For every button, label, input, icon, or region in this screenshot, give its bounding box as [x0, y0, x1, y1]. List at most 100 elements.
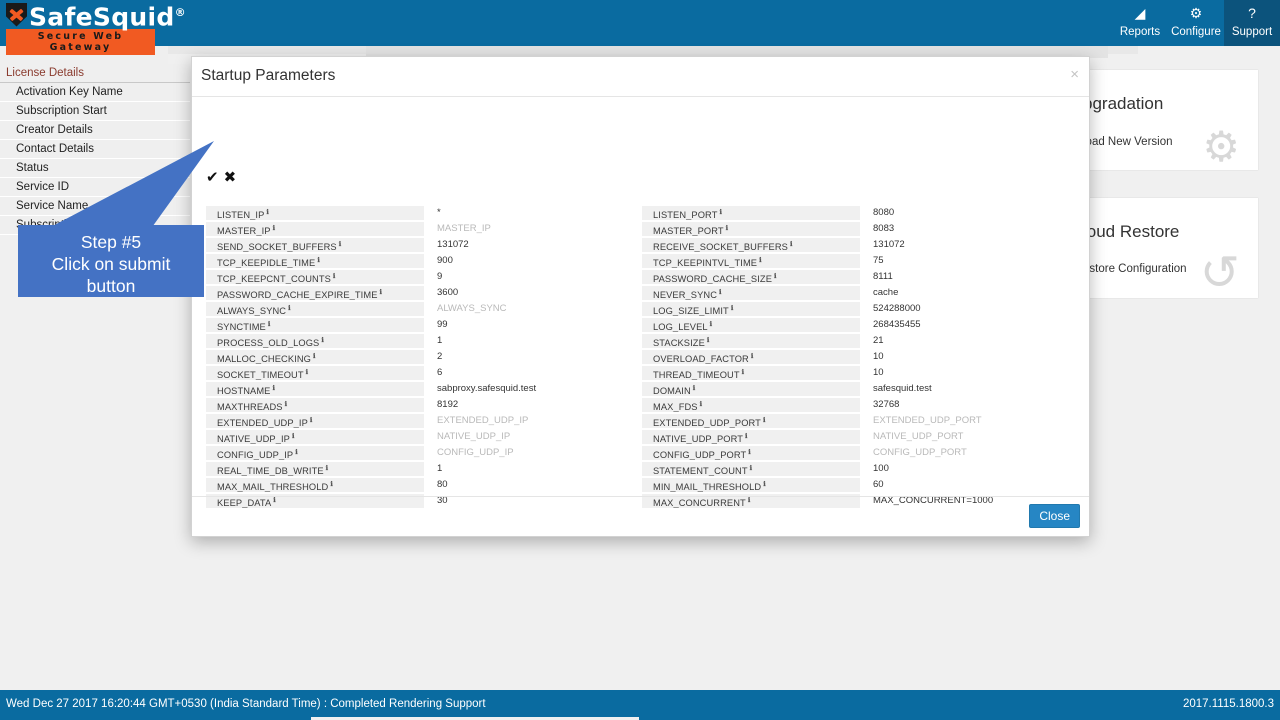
info-icon[interactable]: ℹ [726, 222, 729, 236]
info-icon[interactable]: ℹ [313, 350, 316, 364]
parameter-value[interactable]: 75 [873, 254, 884, 268]
parameter-value[interactable]: 1 [437, 462, 442, 476]
parameter-label: STACKSIZE ℹ [642, 334, 860, 348]
info-icon[interactable]: ℹ [339, 238, 342, 252]
parameter-value[interactable]: EXTENDED_UDP_IP [437, 414, 528, 428]
registered-mark: ® [174, 5, 186, 19]
info-icon[interactable]: ℹ [321, 334, 324, 348]
info-icon[interactable]: ℹ [790, 238, 793, 252]
sidebar-item[interactable]: Subscription Start [0, 102, 190, 121]
parameter-value[interactable]: 1 [437, 334, 442, 348]
cross-icon[interactable]: ✖ [224, 170, 237, 185]
info-icon[interactable]: ℹ [750, 462, 753, 476]
parameter-value[interactable]: 131072 [437, 238, 469, 252]
info-icon[interactable]: ℹ [273, 222, 276, 236]
parameter-value[interactable]: * [437, 206, 441, 220]
parameter-row: NEVER_SYNC ℹ cache [642, 286, 1078, 300]
info-icon[interactable]: ℹ [306, 366, 309, 380]
parameter-label: NEVER_SYNC ℹ [642, 286, 860, 300]
parameter-value[interactable]: CONFIG_UDP_PORT [873, 446, 967, 460]
parameter-value[interactable]: ALWAYS_SYNC [437, 302, 507, 316]
info-icon[interactable]: ℹ [763, 414, 766, 428]
parameter-value[interactable]: 99 [437, 318, 448, 332]
info-icon[interactable]: ℹ [707, 334, 710, 348]
close-icon[interactable]: × [1070, 67, 1079, 82]
parameter-value[interactable]: safesquid.test [873, 382, 932, 396]
info-icon[interactable]: ℹ [326, 462, 329, 476]
info-icon[interactable]: ℹ [288, 302, 291, 316]
parameter-row: NATIVE_UDP_IP ℹ NATIVE_UDP_IP [206, 430, 642, 444]
sidebar-item[interactable]: Contact Details [0, 140, 190, 159]
info-icon[interactable]: ℹ [273, 382, 276, 396]
parameter-value[interactable]: cache [873, 286, 898, 300]
sidebar-item[interactable]: Activation Key Name [0, 83, 190, 102]
parameter-row: TCP_KEEPINTVL_TIME ℹ 75 [642, 254, 1078, 268]
sidebar-item[interactable]: Status [0, 159, 190, 178]
sidebar-item[interactable]: Creator Details [0, 121, 190, 140]
info-icon[interactable]: ℹ [268, 318, 271, 332]
info-icon[interactable]: ℹ [292, 430, 295, 444]
parameter-value[interactable]: NATIVE_UDP_PORT [873, 430, 963, 444]
parameter-value[interactable]: MASTER_IP [437, 222, 491, 236]
parameter-value[interactable]: 32768 [873, 398, 899, 412]
brand-logo[interactable]: SafeSquid® Secure Web Gateway [6, 2, 186, 55]
parameter-value[interactable]: sabproxy.safesquid.test [437, 382, 536, 396]
info-icon[interactable]: ℹ [731, 302, 734, 316]
info-icon[interactable]: ℹ [774, 270, 777, 284]
close-button[interactable]: Close [1029, 504, 1080, 528]
info-icon[interactable]: ℹ [330, 478, 333, 492]
parameter-value[interactable]: 6 [437, 366, 442, 380]
info-icon[interactable]: ℹ [693, 382, 696, 396]
info-icon[interactable]: ℹ [745, 430, 748, 444]
parameter-value[interactable]: NATIVE_UDP_IP [437, 430, 510, 444]
parameter-value[interactable]: 8080 [873, 206, 894, 220]
parameter-value[interactable]: 9 [437, 270, 442, 284]
info-icon[interactable]: ℹ [710, 318, 713, 332]
info-icon[interactable]: ℹ [748, 446, 751, 460]
info-icon[interactable]: ℹ [380, 286, 383, 300]
info-icon[interactable]: ℹ [317, 254, 320, 268]
parameter-value[interactable]: 131072 [873, 238, 905, 252]
info-icon[interactable]: ℹ [310, 414, 313, 428]
parameter-value[interactable]: 524288000 [873, 302, 921, 316]
info-icon[interactable]: ℹ [751, 350, 754, 364]
parameter-value[interactable]: 8083 [873, 222, 894, 236]
info-icon[interactable]: ℹ [763, 478, 766, 492]
parameter-label: SOCKET_TIMEOUT ℹ [206, 366, 424, 380]
parameter-value[interactable]: 3600 [437, 286, 458, 300]
info-icon[interactable]: ℹ [742, 366, 745, 380]
nav-item-reports[interactable]: ◢ Reports [1112, 0, 1168, 46]
parameter-value[interactable]: 80 [437, 478, 448, 492]
parameter-value[interactable]: 21 [873, 334, 884, 348]
parameter-value[interactable]: CONFIG_UDP_IP [437, 446, 514, 460]
check-icon[interactable]: ✔ [206, 170, 219, 185]
info-icon[interactable]: ℹ [719, 206, 722, 220]
callout-line-2: Click on submit [51, 254, 171, 274]
parameter-label-text: MIN_MAIL_THRESHOLD [653, 482, 762, 492]
parameter-value[interactable]: 8192 [437, 398, 458, 412]
sidebar: License Details Activation Key Name Subsc… [0, 64, 190, 235]
info-icon[interactable]: ℹ [295, 446, 298, 460]
info-icon[interactable]: ℹ [700, 398, 703, 412]
parameter-value[interactable]: 10 [873, 366, 884, 380]
info-icon[interactable]: ℹ [719, 286, 722, 300]
sidebar-item[interactable]: Service ID [0, 178, 190, 197]
info-icon[interactable]: ℹ [266, 206, 269, 220]
parameter-value[interactable]: 10 [873, 350, 884, 364]
parameter-value[interactable]: EXTENDED_UDP_PORT [873, 414, 982, 428]
parameter-value[interactable]: 8111 [873, 270, 893, 284]
nav-item-configure[interactable]: ⚙ Configure [1168, 0, 1224, 46]
info-icon[interactable]: ℹ [759, 254, 762, 268]
info-icon[interactable]: ℹ [285, 398, 288, 412]
info-icon[interactable]: ℹ [333, 270, 336, 284]
nav-item-support[interactable]: ? Support [1224, 0, 1280, 46]
parameter-value[interactable]: 900 [437, 254, 453, 268]
parameter-row: LOG_LEVEL ℹ 268435455 [642, 318, 1078, 332]
parameter-value[interactable]: 2 [437, 350, 442, 364]
parameter-value[interactable]: 60 [873, 478, 884, 492]
parameter-label-text: SYNCTIME [217, 322, 266, 332]
sidebar-item[interactable]: Service Name [0, 197, 190, 216]
parameter-value[interactable]: 268435455 [873, 318, 921, 332]
parameter-label-text: PROCESS_OLD_LOGS [217, 338, 320, 348]
parameter-value[interactable]: 100 [873, 462, 889, 476]
